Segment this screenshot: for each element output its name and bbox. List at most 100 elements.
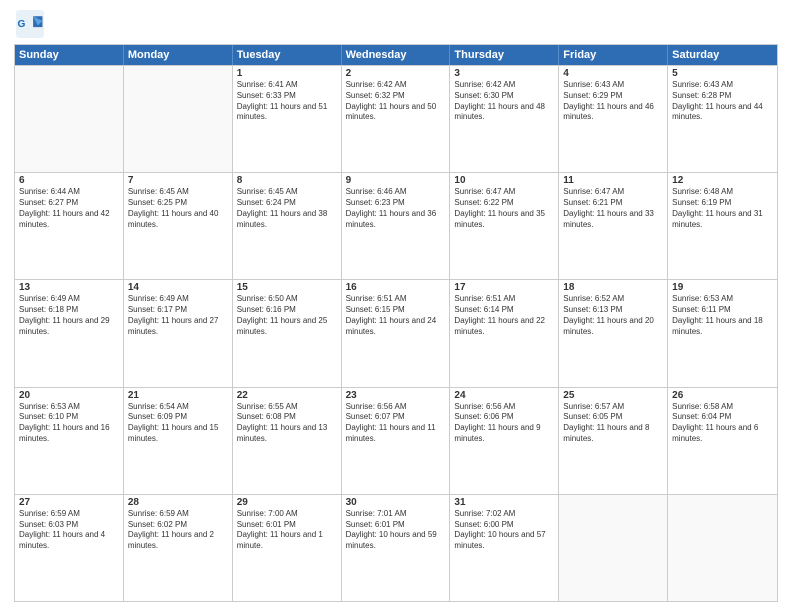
day-number: 5 [672,68,773,79]
cell-info: Sunrise: 6:59 AM Sunset: 6:03 PM Dayligh… [19,509,119,552]
cell-info: Sunrise: 6:56 AM Sunset: 6:07 PM Dayligh… [346,402,446,445]
cell-info: Sunrise: 7:02 AM Sunset: 6:00 PM Dayligh… [454,509,554,552]
calendar-cell: 9Sunrise: 6:46 AM Sunset: 6:23 PM Daylig… [342,173,451,279]
day-number: 19 [672,282,773,293]
day-number: 10 [454,175,554,186]
calendar-cell [15,66,124,172]
calendar-header: SundayMondayTuesdayWednesdayThursdayFrid… [15,45,777,65]
day-number: 26 [672,390,773,401]
calendar-cell: 11Sunrise: 6:47 AM Sunset: 6:21 PM Dayli… [559,173,668,279]
calendar-cell: 16Sunrise: 6:51 AM Sunset: 6:15 PM Dayli… [342,280,451,386]
svg-text:G: G [18,19,26,30]
cell-info: Sunrise: 6:53 AM Sunset: 6:10 PM Dayligh… [19,402,119,445]
day-number: 11 [563,175,663,186]
cell-info: Sunrise: 6:49 AM Sunset: 6:18 PM Dayligh… [19,294,119,337]
cell-info: Sunrise: 6:51 AM Sunset: 6:15 PM Dayligh… [346,294,446,337]
day-number: 30 [346,497,446,508]
cell-info: Sunrise: 6:43 AM Sunset: 6:28 PM Dayligh… [672,80,773,123]
day-number: 25 [563,390,663,401]
calendar-cell: 6Sunrise: 6:44 AM Sunset: 6:27 PM Daylig… [15,173,124,279]
weekday-header: Tuesday [233,45,342,65]
calendar-cell: 2Sunrise: 6:42 AM Sunset: 6:32 PM Daylig… [342,66,451,172]
calendar-cell [124,66,233,172]
cell-info: Sunrise: 6:46 AM Sunset: 6:23 PM Dayligh… [346,187,446,230]
calendar-cell: 30Sunrise: 7:01 AM Sunset: 6:01 PM Dayli… [342,495,451,601]
calendar-cell: 26Sunrise: 6:58 AM Sunset: 6:04 PM Dayli… [668,388,777,494]
calendar-cell: 15Sunrise: 6:50 AM Sunset: 6:16 PM Dayli… [233,280,342,386]
calendar-cell: 10Sunrise: 6:47 AM Sunset: 6:22 PM Dayli… [450,173,559,279]
day-number: 20 [19,390,119,401]
day-number: 22 [237,390,337,401]
calendar-cell: 5Sunrise: 6:43 AM Sunset: 6:28 PM Daylig… [668,66,777,172]
calendar-cell: 24Sunrise: 6:56 AM Sunset: 6:06 PM Dayli… [450,388,559,494]
day-number: 16 [346,282,446,293]
calendar-row: 20Sunrise: 6:53 AM Sunset: 6:10 PM Dayli… [15,387,777,494]
weekday-header: Monday [124,45,233,65]
calendar-cell: 7Sunrise: 6:45 AM Sunset: 6:25 PM Daylig… [124,173,233,279]
weekday-header: Sunday [15,45,124,65]
day-number: 6 [19,175,119,186]
cell-info: Sunrise: 7:01 AM Sunset: 6:01 PM Dayligh… [346,509,446,552]
day-number: 1 [237,68,337,79]
day-number: 27 [19,497,119,508]
calendar-cell: 17Sunrise: 6:51 AM Sunset: 6:14 PM Dayli… [450,280,559,386]
cell-info: Sunrise: 6:50 AM Sunset: 6:16 PM Dayligh… [237,294,337,337]
cell-info: Sunrise: 6:55 AM Sunset: 6:08 PM Dayligh… [237,402,337,445]
calendar-cell: 12Sunrise: 6:48 AM Sunset: 6:19 PM Dayli… [668,173,777,279]
cell-info: Sunrise: 6:44 AM Sunset: 6:27 PM Dayligh… [19,187,119,230]
weekday-header: Thursday [450,45,559,65]
calendar-cell: 20Sunrise: 6:53 AM Sunset: 6:10 PM Dayli… [15,388,124,494]
cell-info: Sunrise: 6:57 AM Sunset: 6:05 PM Dayligh… [563,402,663,445]
calendar-cell: 18Sunrise: 6:52 AM Sunset: 6:13 PM Dayli… [559,280,668,386]
day-number: 29 [237,497,337,508]
cell-info: Sunrise: 6:52 AM Sunset: 6:13 PM Dayligh… [563,294,663,337]
header: G [14,10,778,38]
calendar-row: 1Sunrise: 6:41 AM Sunset: 6:33 PM Daylig… [15,65,777,172]
calendar-cell: 27Sunrise: 6:59 AM Sunset: 6:03 PM Dayli… [15,495,124,601]
cell-info: Sunrise: 6:56 AM Sunset: 6:06 PM Dayligh… [454,402,554,445]
calendar-cell: 23Sunrise: 6:56 AM Sunset: 6:07 PM Dayli… [342,388,451,494]
calendar-cell: 31Sunrise: 7:02 AM Sunset: 6:00 PM Dayli… [450,495,559,601]
calendar-row: 13Sunrise: 6:49 AM Sunset: 6:18 PM Dayli… [15,279,777,386]
cell-info: Sunrise: 6:43 AM Sunset: 6:29 PM Dayligh… [563,80,663,123]
cell-info: Sunrise: 6:47 AM Sunset: 6:22 PM Dayligh… [454,187,554,230]
cell-info: Sunrise: 7:00 AM Sunset: 6:01 PM Dayligh… [237,509,337,552]
page: G SundayMondayTuesdayWednesdayThursdayFr… [0,0,792,612]
calendar-cell: 14Sunrise: 6:49 AM Sunset: 6:17 PM Dayli… [124,280,233,386]
weekday-header: Friday [559,45,668,65]
cell-info: Sunrise: 6:51 AM Sunset: 6:14 PM Dayligh… [454,294,554,337]
calendar-cell: 3Sunrise: 6:42 AM Sunset: 6:30 PM Daylig… [450,66,559,172]
calendar-cell: 22Sunrise: 6:55 AM Sunset: 6:08 PM Dayli… [233,388,342,494]
day-number: 9 [346,175,446,186]
cell-info: Sunrise: 6:48 AM Sunset: 6:19 PM Dayligh… [672,187,773,230]
calendar-row: 6Sunrise: 6:44 AM Sunset: 6:27 PM Daylig… [15,172,777,279]
cell-info: Sunrise: 6:59 AM Sunset: 6:02 PM Dayligh… [128,509,228,552]
cell-info: Sunrise: 6:53 AM Sunset: 6:11 PM Dayligh… [672,294,773,337]
calendar-cell [668,495,777,601]
calendar-cell: 19Sunrise: 6:53 AM Sunset: 6:11 PM Dayli… [668,280,777,386]
day-number: 15 [237,282,337,293]
day-number: 28 [128,497,228,508]
cell-info: Sunrise: 6:42 AM Sunset: 6:32 PM Dayligh… [346,80,446,123]
calendar-cell [559,495,668,601]
day-number: 31 [454,497,554,508]
cell-info: Sunrise: 6:54 AM Sunset: 6:09 PM Dayligh… [128,402,228,445]
logo-icon: G [16,10,44,38]
calendar-cell: 13Sunrise: 6:49 AM Sunset: 6:18 PM Dayli… [15,280,124,386]
calendar-cell: 25Sunrise: 6:57 AM Sunset: 6:05 PM Dayli… [559,388,668,494]
day-number: 3 [454,68,554,79]
day-number: 4 [563,68,663,79]
calendar: SundayMondayTuesdayWednesdayThursdayFrid… [14,44,778,602]
logo: G [14,10,48,38]
cell-info: Sunrise: 6:45 AM Sunset: 6:25 PM Dayligh… [128,187,228,230]
day-number: 13 [19,282,119,293]
calendar-row: 27Sunrise: 6:59 AM Sunset: 6:03 PM Dayli… [15,494,777,601]
day-number: 23 [346,390,446,401]
cell-info: Sunrise: 6:42 AM Sunset: 6:30 PM Dayligh… [454,80,554,123]
day-number: 24 [454,390,554,401]
calendar-cell: 4Sunrise: 6:43 AM Sunset: 6:29 PM Daylig… [559,66,668,172]
day-number: 12 [672,175,773,186]
calendar-cell: 29Sunrise: 7:00 AM Sunset: 6:01 PM Dayli… [233,495,342,601]
calendar-cell: 1Sunrise: 6:41 AM Sunset: 6:33 PM Daylig… [233,66,342,172]
day-number: 21 [128,390,228,401]
